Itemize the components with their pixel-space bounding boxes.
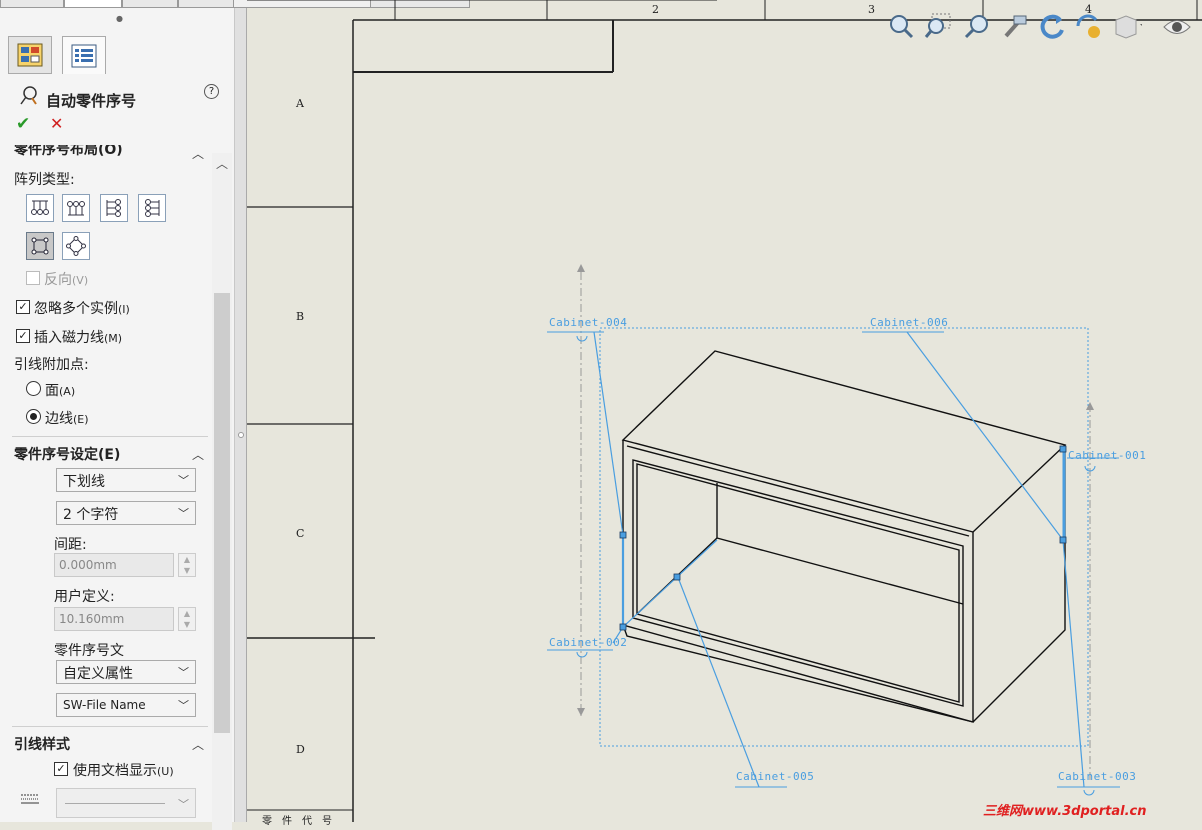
watermark: 三维网www.3dportal.cn [983, 804, 1147, 819]
cancel-button[interactable]: ✕ [50, 114, 63, 133]
layout-square-icon [31, 237, 49, 255]
ok-button[interactable]: ✔ [16, 114, 30, 134]
balloon-cabinet-002[interactable]: Cabinet-002 [549, 636, 627, 649]
ignore-multiple-label: 忽略多个实例(I) [34, 301, 130, 317]
balloon-text-label: 零件序号文 [54, 643, 124, 659]
use-doc-display-checkbox[interactable]: ✓ [54, 762, 68, 776]
balloon-cabinet-001[interactable]: Cabinet-001 [1068, 449, 1146, 462]
style-select[interactable]: 下划线 ﹀ [56, 468, 196, 492]
top-tab-3[interactable] [122, 0, 178, 8]
zone-column-3: 3 [868, 3, 875, 16]
reverse-label: 反向(V) [44, 272, 89, 288]
zone-row-b: B [296, 310, 305, 323]
top-tab-2[interactable] [64, 0, 122, 8]
balloon-text-select[interactable]: 自定义属性 ﹀ [56, 660, 196, 684]
appearance-icon[interactable] [1074, 12, 1104, 42]
collapse-settings-icon[interactable]: ︿ [192, 446, 204, 463]
property-select[interactable]: SW-File Name ﹀ [56, 693, 196, 717]
section-leader-style[interactable]: 引线样式 [14, 734, 70, 754]
face-radio[interactable] [26, 381, 41, 396]
layout-circular-button[interactable] [62, 232, 90, 260]
feature-tree-icon [17, 43, 43, 67]
leader-attach-label: 引线附加点: [14, 357, 89, 373]
section-view-icon[interactable] [1000, 12, 1030, 42]
panel-grip-dot: ● [116, 14, 123, 23]
spacing-field[interactable]: 0.000mm [54, 553, 174, 577]
title-block-fragment: 零件代号 [262, 816, 342, 827]
panel-splitter[interactable] [235, 8, 247, 822]
zoom-prev-icon[interactable] [962, 12, 992, 42]
layout-left-button[interactable] [100, 194, 128, 222]
scroll-thumb[interactable] [214, 293, 230, 733]
layout-top-icon [31, 200, 49, 215]
insert-magnetic-checkbox[interactable]: ✓ [16, 329, 30, 343]
display-style-icon[interactable] [1112, 12, 1142, 42]
zoom-area-icon[interactable] [924, 12, 954, 42]
tab-feature-manager[interactable] [8, 36, 52, 74]
layout-bottom-button[interactable] [62, 194, 90, 222]
edge-radio[interactable] [26, 409, 41, 424]
layout-top-button[interactable] [26, 194, 54, 222]
top-tab-4[interactable] [178, 0, 234, 8]
layout-right-button[interactable] [138, 194, 166, 222]
drawing-canvas[interactable] [247, 0, 1202, 822]
layout-bottom-icon [67, 201, 85, 216]
scroll-up-icon[interactable]: ︿ [216, 155, 228, 172]
line-style-select[interactable]: ﹀ [56, 788, 196, 818]
balloon-cabinet-003[interactable]: Cabinet-003 [1058, 770, 1136, 783]
insert-magnetic-label: 插入磁力线(M) [34, 330, 123, 346]
property-list-icon [71, 44, 97, 67]
section-balloon-settings[interactable]: 零件序号设定(E) [14, 444, 120, 464]
zone-row-a: A [296, 97, 304, 110]
array-type-label: 阵列类型: [14, 172, 75, 188]
zone-row-c: C [296, 527, 305, 540]
user-defined-stepper[interactable]: ▲ ▼ [178, 607, 196, 631]
user-defined-label: 用户定义: [54, 589, 115, 605]
user-defined-field[interactable]: 10.160mm [54, 607, 174, 631]
spacing-stepper[interactable]: ▲ ▼ [178, 553, 196, 577]
layout-square-button[interactable] [26, 232, 54, 260]
ignore-multiple-checkbox[interactable]: ✓ [16, 300, 30, 314]
line-style-icon [21, 794, 39, 804]
section-divider [12, 436, 208, 437]
layout-left-icon [106, 199, 121, 217]
reverse-checkbox[interactable] [26, 271, 40, 285]
panel-scrollbar[interactable]: ︿ [212, 153, 232, 830]
cabinet-model[interactable] [621, 350, 1067, 723]
visibility-icon[interactable] [1162, 12, 1192, 42]
section-divider-2 [12, 726, 208, 727]
rotate-icon[interactable] [1038, 12, 1068, 42]
help-icon[interactable]: ? [204, 84, 219, 99]
balloon-cabinet-006[interactable]: Cabinet-006 [870, 316, 948, 329]
use-doc-display-label: 使用文档显示(U) [73, 763, 174, 779]
layout-right-icon [145, 199, 160, 217]
size-select[interactable]: 2 个字符 ﹀ [56, 501, 196, 525]
balloon-cabinet-005[interactable]: Cabinet-005 [736, 770, 814, 783]
collapse-layout-icon[interactable]: ︿ [192, 145, 204, 162]
zone-column-2: 2 [652, 3, 659, 16]
page-title: 自动零件序号 [46, 92, 137, 110]
splitter-grip[interactable] [238, 432, 244, 438]
zone-row-d: D [296, 743, 305, 756]
section-balloon-layout[interactable]: 零件序号布局(O) [14, 145, 123, 157]
auto-balloon-icon [20, 86, 37, 105]
zoom-fit-icon[interactable] [886, 12, 916, 42]
tab-property-manager[interactable] [62, 36, 106, 74]
spacing-label: 间距: [54, 537, 87, 553]
top-tab-1[interactable] [0, 0, 64, 8]
property-manager-panel: ● 自动零件序号 ? ✔ ✕ 零件序号布局(O) ︿ 阵列类型: 反向(V) ✓… [0, 8, 235, 830]
face-label: 面(A) [45, 383, 76, 399]
layout-circular-icon [66, 236, 86, 256]
edge-label: 边线(E) [45, 411, 89, 427]
collapse-leader-icon[interactable]: ︿ [192, 736, 204, 753]
balloon-cabinet-004[interactable]: Cabinet-004 [549, 316, 627, 329]
